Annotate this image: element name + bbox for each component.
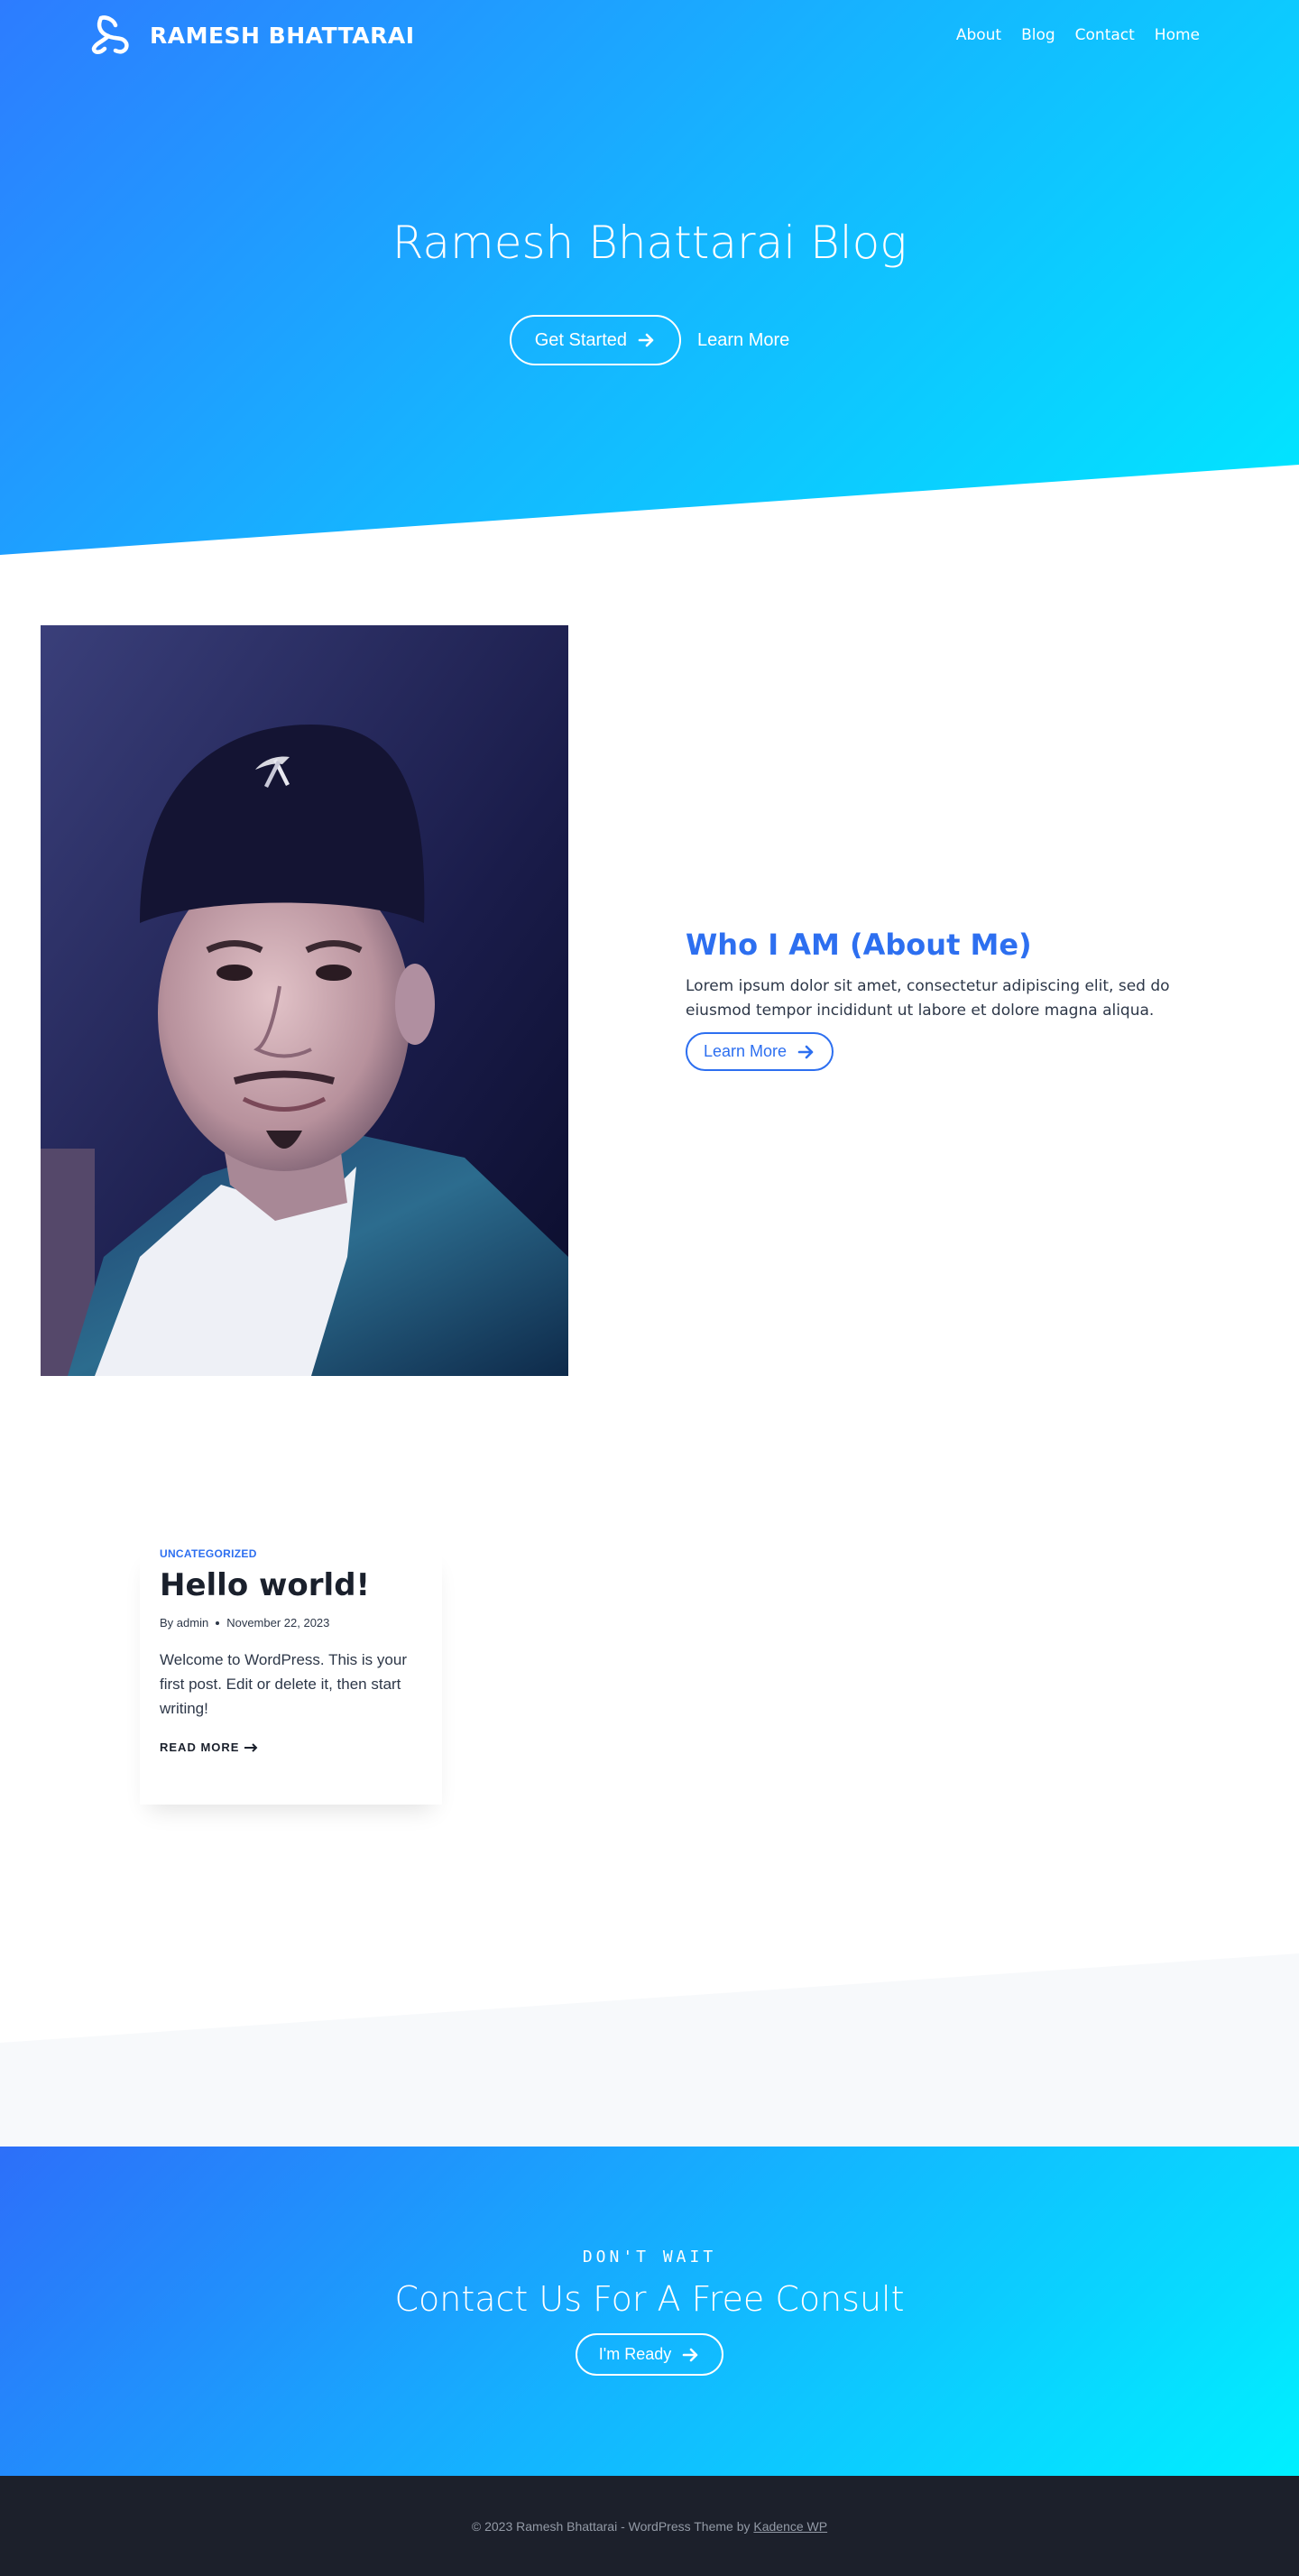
get-started-label: Get Started [534,329,627,350]
angled-divider-section [0,1953,1299,2147]
footer-copyright: © 2023 Ramesh Bhattarai - WordPress Them… [471,2518,751,2534]
blog-posts-section: UNCATEGORIZED Hello world! By admin Nove… [0,1457,1299,1953]
about-heading: Who I AM (About Me) [686,928,1032,962]
about-learn-more-label: Learn More [704,1042,788,1060]
learn-more-link[interactable]: Learn More [697,330,789,351]
hero-title: Ramesh Bhattarai Blog [392,217,907,269]
nav-item-about[interactable]: About [956,26,1001,44]
hero-angle-divider [0,465,1299,555]
read-more-label: READ MORE [160,1740,240,1754]
portrait-image [41,625,568,1376]
portrait-photo [41,625,568,1376]
nav-item-home[interactable]: Home [1155,26,1200,44]
about-text-block: Who I AM (About Me) Lorem ipsum dolor si… [686,928,1209,1071]
footer-theme-link[interactable]: Kadence WP [753,2519,827,2534]
about-learn-more-button[interactable]: Learn More [686,1032,834,1071]
hero-section: RAMESH BHATTARAI About Blog Contact Home… [0,0,1299,555]
meta-separator-dot [216,1620,220,1625]
arrow-right-icon [682,2348,698,2361]
post-date: November 22, 2023 [226,1616,330,1630]
arrow-right-icon [797,1045,814,1058]
get-started-button[interactable]: Get Started [509,315,681,365]
long-arrow-right-icon [244,1742,258,1752]
about-section: Who I AM (About Me) Lorem ipsum dolor si… [0,555,1299,1457]
post-excerpt: Welcome to WordPress. This is your first… [160,1651,407,1717]
angled-divider-shape [0,1953,1299,2147]
im-ready-label: I'm Ready [598,2345,672,2363]
post-category[interactable]: UNCATEGORIZED [160,1547,422,1560]
site-footer: © 2023 Ramesh Bhattarai - WordPress Them… [0,2476,1299,2576]
primary-nav: About Blog Contact Home [956,26,1200,44]
arrow-right-icon [638,333,654,347]
post-author[interactable]: By admin [160,1616,208,1630]
brand[interactable]: RAMESH BHATTARAI [88,13,415,58]
nav-item-contact[interactable]: Contact [1075,26,1135,44]
cta-eyebrow: DON'T WAIT [582,2248,717,2267]
site-header: RAMESH BHATTARAI About Blog Contact Home [0,0,1299,70]
triskelion-logo-icon [91,15,129,54]
post-card: UNCATEGORIZED Hello world! By admin Nove… [140,1547,442,1805]
nav-item-blog[interactable]: Blog [1021,26,1055,44]
cta-title: Contact Us For A Free Consult [394,2279,905,2319]
read-more-link[interactable]: READ MORE [160,1740,422,1754]
post-title[interactable]: Hello world! [160,1567,422,1603]
cta-section: DON'T WAIT Contact Us For A Free Consult… [0,2147,1299,2476]
hero-actions: Get Started Learn More [0,315,1299,365]
post-meta: By admin November 22, 2023 [160,1616,422,1630]
about-body: Lorem ipsum dolor sit amet, consectetur … [686,977,1170,1020]
site-title: RAMESH BHATTARAI [150,22,415,49]
im-ready-button[interactable]: I'm Ready [575,2333,724,2376]
